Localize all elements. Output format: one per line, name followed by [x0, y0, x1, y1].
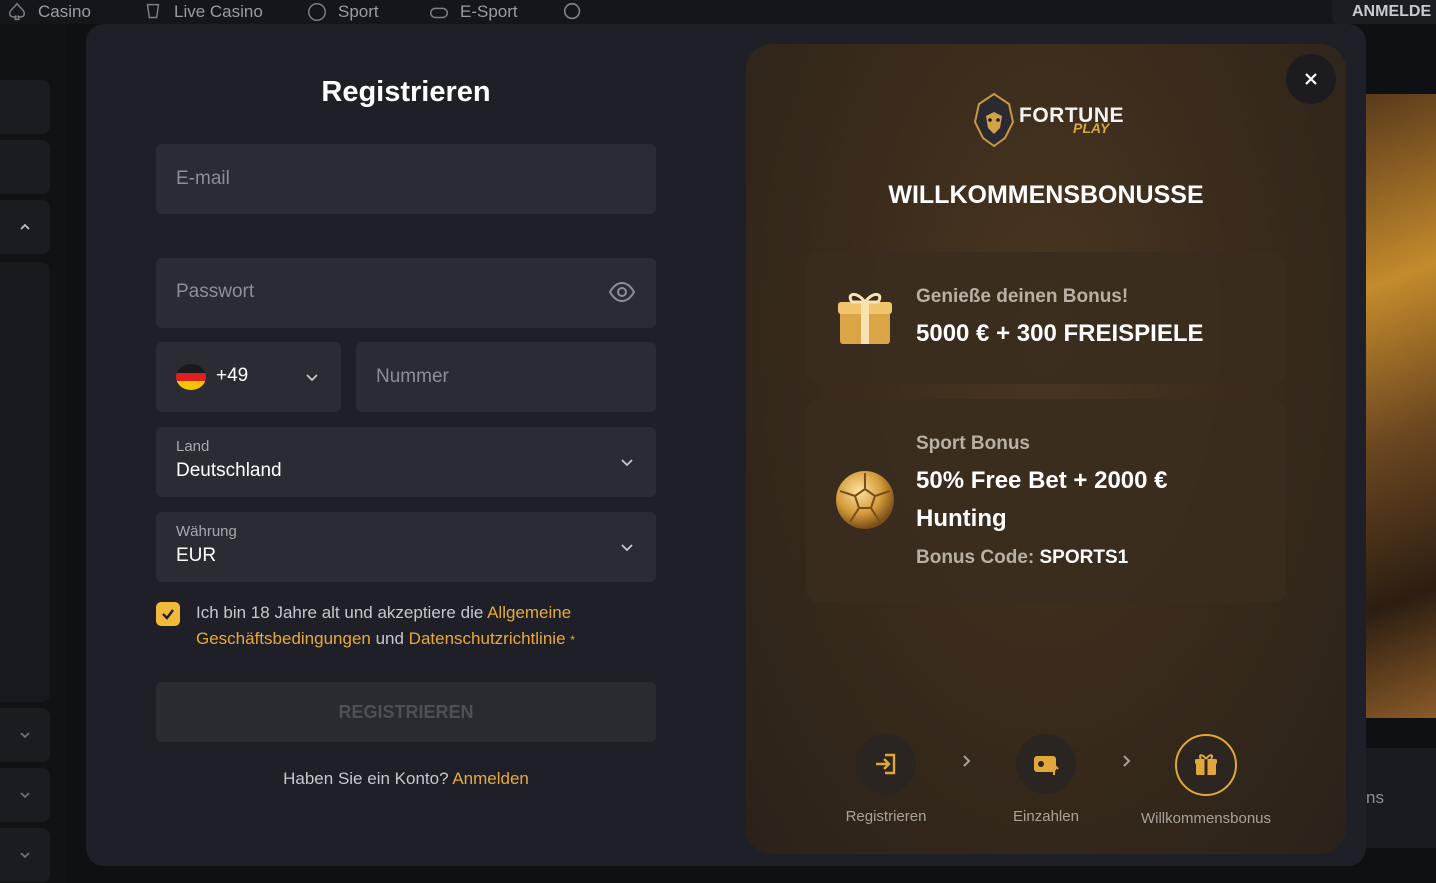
- top-navigation-bar: Casino Live Casino Sport E-Sport ANMELDE: [0, 0, 1436, 24]
- phone-code-select[interactable]: +49: [156, 342, 341, 412]
- fortune-play-logo: FORTUNE PLAY: [971, 92, 1131, 152]
- currency-select[interactable]: Währung EUR: [156, 512, 656, 582]
- background-text: ns: [1366, 788, 1384, 807]
- top-login-button[interactable]: ANMELDE: [1332, 0, 1436, 24]
- nav-live-casino[interactable]: Live Casino: [142, 0, 263, 24]
- step-register-circle: [856, 734, 916, 794]
- logo-subtext: PLAY: [1073, 120, 1110, 136]
- casino-bonus-subtitle: Genieße deinen Bonus!: [916, 286, 1129, 307]
- step-register: Registrieren: [816, 734, 956, 825]
- nav-casino-label: Casino: [38, 2, 91, 21]
- sport-bonus-card: Sport Bonus 50% Free Bet + 2000 € Huntin…: [806, 399, 1286, 603]
- chevron-down-icon: [621, 459, 633, 467]
- phone-number-field[interactable]: Nummer: [356, 342, 656, 412]
- phone-code-value: +49: [216, 365, 249, 386]
- sidebar-expand-button[interactable]: [0, 708, 50, 762]
- promo-title: WILLKOMMENSBONUSSE: [888, 181, 1204, 209]
- password-field[interactable]: Passwort: [156, 258, 656, 328]
- email-placeholder: E-mail: [176, 168, 230, 189]
- sport-bonus-subtitle: Sport Bonus: [916, 433, 1030, 454]
- step-deposit-label: Einzahlen: [1013, 808, 1079, 825]
- register-button[interactable]: REGISTRIEREN: [156, 682, 656, 742]
- form-title: Registrieren: [321, 76, 491, 108]
- close-button[interactable]: [1286, 54, 1336, 104]
- sidebar-menu-block: [0, 262, 50, 702]
- ball-icon: [308, 3, 326, 21]
- step-deposit: Einzahlen: [976, 734, 1116, 825]
- have-account-prompt: Haben Sie ein Konto? Anmelden: [156, 769, 656, 789]
- chevron-down-icon: [20, 732, 30, 739]
- nav-esport-label: E-Sport: [460, 2, 518, 21]
- terms-text: Ich bin 18 Jahre alt und akzeptiere die …: [196, 600, 656, 653]
- chevron-right-icon: [963, 755, 971, 767]
- wallet-icon: [1034, 756, 1059, 775]
- welcome-bonus-panel: FORTUNE PLAY WILLKOMMENSBONUSSE Genieße …: [746, 44, 1346, 854]
- sign-in-icon: [876, 753, 896, 775]
- have-account-text: Haben Sie ein Konto?: [283, 769, 453, 788]
- sidebar-item[interactable]: [0, 140, 50, 194]
- casino-bonus-amount: 5000 € + 300 FREISPIELE: [916, 320, 1204, 347]
- casino-bonus-card: Genieße deinen Bonus! 5000 € + 300 FREIS…: [806, 252, 1286, 384]
- nav-casino[interactable]: Casino: [6, 0, 91, 24]
- phone-number-placeholder: Nummer: [376, 366, 449, 387]
- chevron-down-icon: [621, 544, 633, 552]
- bonus-code-value: SPORTS1: [1039, 547, 1129, 568]
- chevron-right-icon: [1123, 755, 1131, 767]
- nav-search[interactable]: [562, 0, 584, 24]
- sidebar-collapse-button[interactable]: [0, 200, 50, 254]
- chevron-down-icon: [20, 852, 30, 859]
- gift-box-icon: [838, 293, 892, 344]
- gamepad-icon: [430, 7, 448, 19]
- chevron-down-icon: [306, 374, 318, 382]
- country-value: Deutschland: [176, 460, 282, 481]
- nav-sport[interactable]: Sport: [306, 0, 379, 24]
- country-select[interactable]: Land Deutschland: [156, 427, 656, 497]
- registration-modal: Registrieren E-mail Passwort +49 Nummer …: [86, 24, 1366, 866]
- bonus-code-label: Bonus Code:: [916, 547, 1040, 568]
- step-welcome-bonus-circle: [1175, 734, 1237, 796]
- currency-label: Währung: [176, 523, 237, 540]
- step-welcome-bonus: Willkommensbonus: [1136, 734, 1276, 827]
- spade-icon: [8, 2, 26, 21]
- step-deposit-circle: [1016, 734, 1076, 794]
- search-icon: [563, 2, 581, 20]
- required-marker: *: [570, 633, 575, 647]
- gift-icon: [1195, 754, 1217, 775]
- country-label: Land: [176, 438, 210, 455]
- sport-bonus-offer-line: Hunting: [916, 505, 1007, 532]
- sport-bonus-offer: 50% Free Bet + 2000 € Hunting: [916, 462, 1168, 538]
- nav-sport-label: Sport: [338, 2, 379, 21]
- currency-value: EUR: [176, 545, 217, 566]
- chevron-down-icon: [20, 792, 30, 799]
- checkmark-icon: [162, 609, 174, 620]
- sidebar-expand-button[interactable]: [0, 828, 50, 882]
- sport-bonus-offer-line: 50% Free Bet + 2000 €: [916, 467, 1168, 494]
- step-register-label: Registrieren: [845, 808, 927, 825]
- sidebar-expand-button[interactable]: [0, 768, 50, 822]
- background-banner-image: [1366, 94, 1436, 718]
- football-icon: [836, 471, 894, 529]
- password-placeholder: Passwort: [176, 281, 255, 302]
- nav-live-casino-label: Live Casino: [174, 2, 263, 21]
- email-field[interactable]: E-mail: [156, 144, 656, 214]
- germany-flag-icon: [176, 364, 206, 390]
- privacy-link[interactable]: Datenschutzrichtlinie: [409, 629, 566, 648]
- login-link[interactable]: Anmelden: [452, 769, 529, 788]
- terms-text-part: und: [370, 629, 409, 648]
- close-icon: [1305, 73, 1317, 85]
- step-welcome-bonus-label: Willkommensbonus: [1140, 810, 1272, 827]
- terms-text-part: Ich bin 18 Jahre alt und akzeptiere die: [196, 603, 488, 622]
- sidebar-item[interactable]: [0, 80, 50, 134]
- lion-logo-icon: [973, 92, 1015, 148]
- eye-icon[interactable]: [608, 279, 636, 305]
- sport-bonus-code: Bonus Code: SPORTS1: [916, 547, 1128, 569]
- nav-esport[interactable]: E-Sport: [428, 0, 518, 24]
- chevron-up-icon: [20, 223, 30, 230]
- terms-checkbox[interactable]: [156, 602, 180, 626]
- cup-icon: [146, 3, 160, 19]
